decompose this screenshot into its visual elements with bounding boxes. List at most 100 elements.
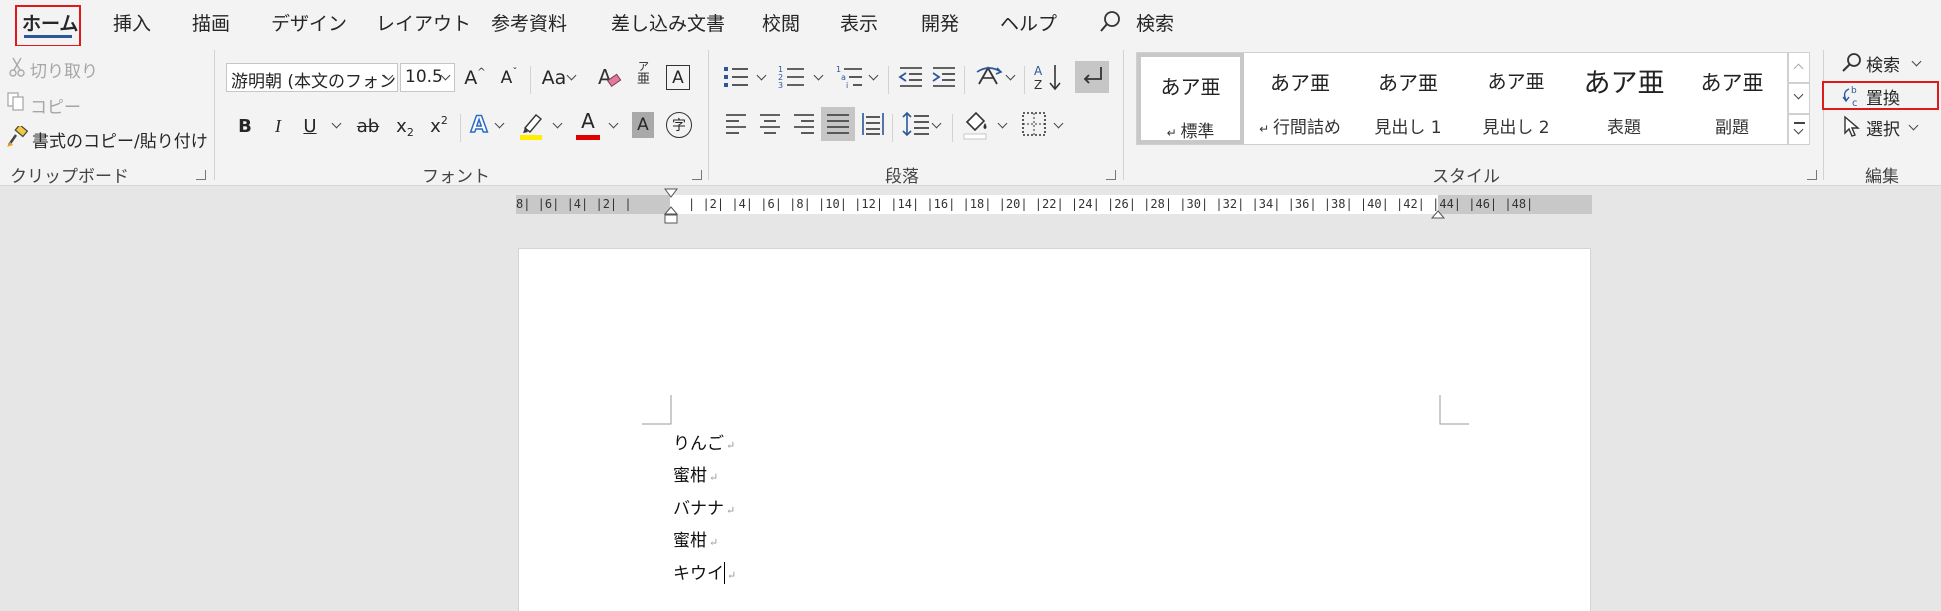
increase-indent-icon[interactable]	[931, 64, 957, 94]
line-spacing-icon[interactable]	[902, 110, 930, 142]
tab-design[interactable]: デザイン	[271, 9, 347, 36]
style-heading-1[interactable]: あア亜 見出し 1	[1354, 53, 1462, 144]
document-line[interactable]: 蜜柑 ↵	[673, 461, 718, 486]
style-heading-2[interactable]: あア亜 見出し 2	[1462, 53, 1570, 144]
font-name-combo[interactable]: 游明朝 (本文のフォント	[226, 63, 398, 92]
character-border-button[interactable]: A	[666, 65, 690, 90]
separator	[964, 66, 965, 94]
shading-bucket-icon[interactable]	[962, 108, 990, 144]
bold-button[interactable]: B	[235, 112, 255, 140]
grow-font-button[interactable]: A ^	[462, 63, 488, 93]
chevron-down-icon[interactable]	[608, 118, 619, 129]
character-shading-button[interactable]: A	[632, 112, 654, 138]
caret-up-icon: ^	[477, 66, 486, 78]
change-case-button[interactable]: Aa	[536, 63, 572, 93]
paragraph-dialog-launcher[interactable]	[1106, 170, 1116, 180]
select-button[interactable]: 選択	[1866, 115, 1900, 140]
gallery-scroll-down[interactable]	[1788, 83, 1810, 114]
strikethrough-button[interactable]: ab	[354, 112, 382, 140]
enclose-characters-button[interactable]: 字	[666, 112, 692, 138]
tab-layout[interactable]: レイアウト	[376, 9, 471, 36]
multilevel-list-icon[interactable]: 1ai	[836, 64, 864, 94]
align-left-icon[interactable]	[724, 110, 748, 142]
chevron-down-icon[interactable]	[1908, 120, 1919, 131]
tab-mailings[interactable]: 差し込み文書	[611, 9, 725, 36]
chevron-down-icon[interactable]	[997, 118, 1008, 129]
tab-help[interactable]: ヘルプ	[1000, 9, 1057, 36]
style-title[interactable]: あア亜 表題	[1570, 53, 1678, 144]
tab-developer[interactable]: 開発	[921, 9, 959, 36]
tab-draw[interactable]: 描画	[192, 9, 230, 36]
paragraph-return-icon: ↵	[1166, 126, 1181, 140]
document-line[interactable]: キウイ ↵	[673, 559, 736, 584]
right-indent-marker-icon[interactable]	[1430, 206, 1446, 225]
align-center-icon[interactable]	[758, 110, 782, 142]
tab-insert[interactable]: 挿入	[113, 9, 151, 36]
style-normal[interactable]: あア亜 ↵ 標準	[1137, 53, 1244, 144]
distributed-icon[interactable]	[861, 110, 885, 142]
tab-view[interactable]: 表示	[840, 9, 878, 36]
search-icon[interactable]	[1099, 10, 1121, 38]
numbering-icon[interactable]: 123	[778, 64, 806, 94]
document-line[interactable]: りんご ↵	[673, 429, 735, 454]
highlight-box-home-tab	[15, 5, 81, 47]
indent-marker-icon[interactable]	[663, 188, 679, 228]
chevron-down-icon[interactable]	[756, 70, 767, 81]
chevron-down-icon[interactable]	[931, 118, 942, 129]
format-painter-button[interactable]: 書式のコピー/貼り付け	[32, 127, 208, 152]
gallery-scroll-up[interactable]	[1788, 52, 1810, 83]
style-label: ↵ 標準	[1141, 117, 1240, 142]
crop-mark-top-left	[642, 395, 672, 425]
chevron-down-icon[interactable]	[552, 118, 563, 129]
chevron-down-icon[interactable]	[1911, 56, 1922, 67]
style-name-text: 見出し 2	[1482, 118, 1550, 138]
borders-icon[interactable]	[1021, 110, 1047, 142]
italic-button[interactable]: I	[268, 112, 288, 140]
style-label: ↵ 行間詰め	[1246, 113, 1354, 138]
align-right-icon[interactable]	[792, 110, 816, 142]
chevron-down-icon[interactable]	[331, 118, 342, 129]
shrink-font-glyph: A	[500, 68, 513, 88]
font-color-button[interactable]: A	[575, 108, 601, 134]
document-line[interactable]: 蜜柑 ↵	[673, 526, 718, 551]
subscript-button[interactable]: x2	[394, 112, 416, 140]
document-line[interactable]: バナナ ↵	[673, 494, 735, 519]
chevron-down-icon[interactable]	[1005, 70, 1016, 81]
sort-icon[interactable]: AZ	[1033, 62, 1063, 96]
replace-button[interactable]: 置換	[1866, 84, 1900, 109]
styles-dialog-launcher[interactable]	[1807, 170, 1817, 180]
chevron-down-icon[interactable]	[494, 118, 505, 129]
chevron-down-icon[interactable]	[868, 70, 879, 81]
document-page[interactable]: りんご ↵ 蜜柑 ↵ バナナ ↵ 蜜柑 ↵ キウイ ↵	[518, 248, 1591, 611]
paragraph-group-label: 段落	[885, 167, 919, 187]
find-button[interactable]: 検索	[1866, 51, 1900, 76]
caret-down-icon: ˇ	[512, 66, 518, 78]
copy-button[interactable]: コピー	[30, 93, 81, 118]
clear-formatting-icon[interactable]: A	[597, 64, 623, 96]
justify-button[interactable]	[821, 107, 855, 141]
underline-button[interactable]: U	[300, 112, 320, 140]
font-dialog-launcher[interactable]	[692, 170, 702, 180]
tab-review[interactable]: 校閲	[762, 9, 800, 36]
gallery-more[interactable]	[1788, 114, 1810, 145]
tab-references[interactable]: 参考資料	[491, 9, 567, 36]
cut-button[interactable]: 切り取り	[30, 57, 98, 82]
paragraph-mark-icon: ↵	[727, 569, 737, 582]
style-sample: あア亜	[1160, 75, 1221, 99]
text-effects-button[interactable]: A	[466, 110, 492, 140]
chevron-down-icon[interactable]	[813, 70, 824, 81]
tell-me-search[interactable]: 検索	[1136, 9, 1174, 36]
decrease-indent-icon[interactable]	[898, 64, 924, 94]
style-name-text: 標準	[1180, 122, 1215, 142]
show-hide-marks-button[interactable]	[1075, 61, 1109, 93]
chevron-down-icon[interactable]	[1053, 118, 1064, 129]
clipboard-dialog-launcher[interactable]	[196, 170, 206, 180]
bullets-icon[interactable]	[722, 64, 750, 94]
shrink-font-button[interactable]: Aˇ	[496, 63, 522, 93]
style-no-spacing[interactable]: あア亜 ↵ 行間詰め	[1246, 53, 1354, 144]
phonetic-guide-button[interactable]: ア 亜	[637, 60, 650, 86]
superscript-button[interactable]: x2	[428, 112, 450, 140]
highlighter-icon[interactable]	[518, 110, 546, 144]
style-subtitle[interactable]: あア亜 副題	[1678, 53, 1786, 144]
text-direction-icon[interactable]	[975, 62, 1005, 96]
